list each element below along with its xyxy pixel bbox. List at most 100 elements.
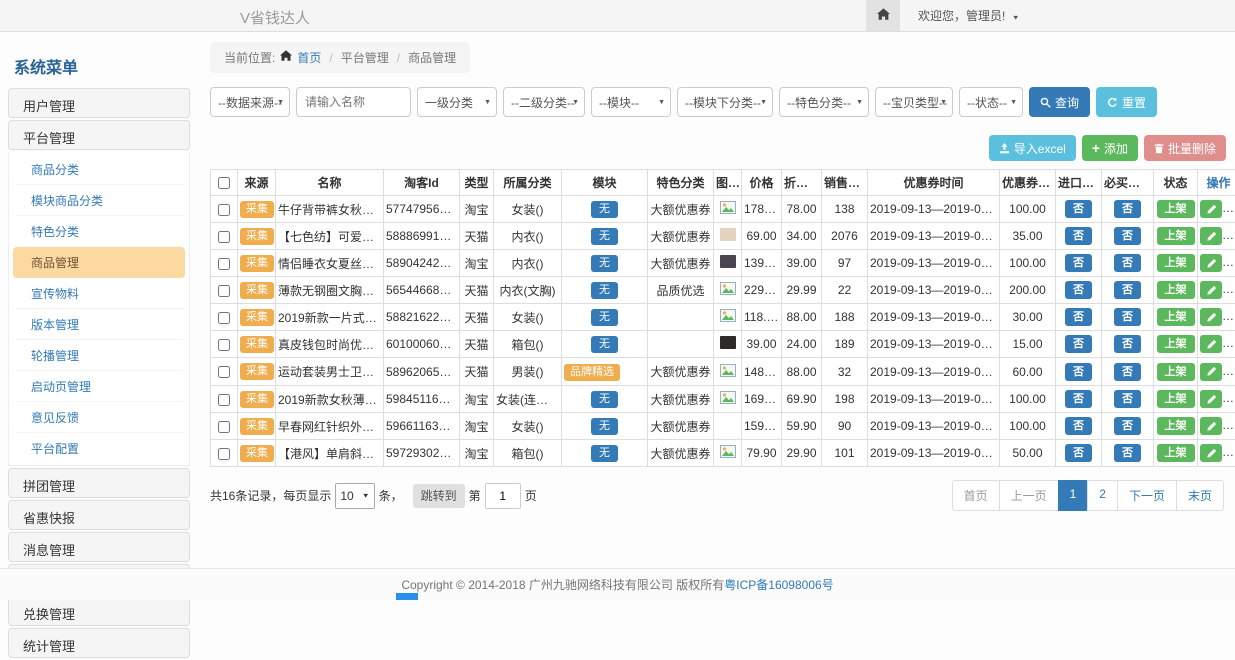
batch-delete-button[interactable]: 批量删除 (1144, 135, 1226, 161)
edit-button[interactable] (1200, 335, 1222, 353)
sidebar-item-意见反馈[interactable]: 意见反馈 (13, 402, 185, 433)
pager-button-1[interactable]: 1 (1058, 480, 1089, 511)
pager-button-下一页[interactable]: 下一页 (1117, 480, 1177, 511)
breadcrumb-home-link[interactable]: 首页 (297, 49, 321, 66)
must-buy-toggle[interactable]: 否 (1114, 390, 1141, 408)
must-buy-toggle[interactable]: 否 (1114, 200, 1141, 218)
edit-button[interactable] (1200, 444, 1222, 462)
status-toggle[interactable]: 上架 (1157, 390, 1195, 408)
level2-category-select[interactable]: --二级分类--▼ (503, 87, 585, 117)
status-toggle[interactable]: 上架 (1157, 335, 1195, 353)
source-badge: 采集 (240, 201, 274, 218)
status-toggle[interactable]: 上架 (1157, 444, 1195, 462)
row-checkbox[interactable] (218, 421, 230, 433)
edit-button[interactable] (1200, 227, 1222, 245)
sidebar-group-省惠快报[interactable]: 省惠快报 (8, 500, 190, 530)
sidebar-group-拼团管理[interactable]: 拼团管理 (8, 468, 190, 498)
row-checkbox[interactable] (218, 231, 230, 243)
status-toggle[interactable]: 上架 (1157, 363, 1195, 381)
sidebar-item-特色分类[interactable]: 特色分类 (13, 216, 185, 247)
must-buy-toggle[interactable]: 否 (1114, 417, 1141, 435)
edit-button[interactable] (1200, 390, 1222, 408)
status-toggle[interactable]: 上架 (1157, 308, 1195, 326)
import-select-toggle[interactable]: 否 (1065, 417, 1092, 435)
row-checkbox[interactable] (218, 258, 230, 270)
main-content: 当前位置: 首页 / 平台管理 / 商品管理 --数据来源--▼一级分类▼--二… (210, 42, 1226, 511)
import-select-toggle[interactable]: 否 (1065, 254, 1092, 272)
icon-cell (714, 331, 742, 358)
sidebar-item-版本管理[interactable]: 版本管理 (13, 309, 185, 340)
must-buy-toggle[interactable]: 否 (1114, 363, 1141, 381)
status-toggle[interactable]: 上架 (1157, 227, 1195, 245)
sidebar-group-统计管理[interactable]: 统计管理 (8, 628, 190, 658)
home-button[interactable] (866, 0, 900, 31)
module-select[interactable]: --模块--▼ (591, 87, 671, 117)
select-all-checkbox[interactable] (218, 177, 230, 189)
item-type-select[interactable]: --宝贝类型--▼ (875, 87, 953, 117)
pager-button-上一页[interactable]: 上一页 (999, 480, 1059, 511)
sidebar-item-平台配置[interactable]: 平台配置 (13, 433, 185, 463)
pager-button-首页[interactable]: 首页 (952, 480, 1000, 511)
pager-button-末页[interactable]: 末页 (1176, 480, 1224, 511)
status-toggle[interactable]: 上架 (1157, 200, 1195, 218)
status-toggle[interactable]: 上架 (1157, 254, 1195, 272)
sidebar-group-兑换管理[interactable]: 兑换管理 (8, 596, 190, 626)
edit-button[interactable] (1200, 363, 1222, 381)
edit-button[interactable] (1200, 200, 1222, 218)
status-select[interactable]: --状态--▼ (959, 87, 1023, 117)
import-select-toggle[interactable]: 否 (1065, 390, 1092, 408)
jump-button[interactable]: 跳转到 (413, 484, 465, 508)
row-checkbox[interactable] (218, 394, 230, 406)
sidebar-group-消息管理[interactable]: 消息管理 (8, 532, 190, 562)
coupon-time: 2019-09-13—2019-09-19 (868, 304, 1000, 331)
page-number-input[interactable] (485, 483, 521, 509)
edit-button[interactable] (1200, 281, 1222, 299)
pager-button-2[interactable]: 2 (1087, 480, 1118, 511)
edit-button[interactable] (1200, 254, 1222, 272)
edit-button[interactable] (1200, 308, 1222, 326)
feature-category-select[interactable]: --特色分类--▼ (779, 87, 869, 117)
sidebar-item-轮播管理[interactable]: 轮播管理 (13, 340, 185, 371)
reset-button[interactable]: 重置 (1096, 87, 1157, 117)
import-select-toggle[interactable]: 否 (1065, 200, 1092, 218)
search-button[interactable]: 查询 (1029, 87, 1090, 117)
row-checkbox[interactable] (218, 366, 230, 378)
icp-link[interactable]: 粤ICP备16098006号 (724, 576, 833, 593)
import-select-toggle[interactable]: 否 (1065, 308, 1092, 326)
sidebar-item-宣传物料[interactable]: 宣传物料 (13, 278, 185, 309)
sidebar-item-商品管理[interactable]: 商品管理 (13, 247, 185, 278)
import-select-toggle[interactable]: 否 (1065, 281, 1092, 299)
row-checkbox[interactable] (218, 204, 230, 216)
must-buy-toggle[interactable]: 否 (1114, 335, 1141, 353)
row-checkbox[interactable] (218, 312, 230, 324)
sidebar-group-用户管理[interactable]: 用户管理 (8, 88, 190, 118)
status-toggle[interactable]: 上架 (1157, 417, 1195, 435)
must-buy-toggle[interactable]: 否 (1114, 227, 1141, 245)
sidebar-item-启动页管理[interactable]: 启动页管理 (13, 371, 185, 402)
must-buy-toggle[interactable]: 否 (1114, 444, 1141, 462)
must-buy-toggle[interactable]: 否 (1114, 254, 1141, 272)
user-menu[interactable]: 欢迎您，管理员! ▼ (918, 7, 1020, 24)
home-icon (877, 8, 890, 23)
status-toggle[interactable]: 上架 (1157, 281, 1195, 299)
must-buy-toggle[interactable]: 否 (1114, 281, 1141, 299)
sidebar-item-模块商品分类[interactable]: 模块商品分类 (13, 185, 185, 216)
import-select-toggle[interactable]: 否 (1065, 363, 1092, 381)
name-search-input[interactable] (296, 87, 411, 117)
module-sub-category-select[interactable]: --模块下分类--▼ (677, 87, 773, 117)
row-checkbox[interactable] (218, 339, 230, 351)
row-checkbox[interactable] (218, 285, 230, 297)
per-page-select[interactable]: 10 ▼ (335, 483, 374, 509)
edit-button[interactable] (1200, 417, 1222, 435)
add-button[interactable]: + 添加 (1082, 135, 1138, 161)
sidebar-group-平台管理[interactable]: 平台管理 (8, 120, 190, 150)
import-excel-button[interactable]: 导入excel (989, 135, 1076, 161)
import-select-toggle[interactable]: 否 (1065, 444, 1092, 462)
data-source-select[interactable]: --数据来源--▼ (210, 87, 290, 117)
sidebar-item-商品分类[interactable]: 商品分类 (13, 154, 185, 185)
must-buy-toggle[interactable]: 否 (1114, 308, 1141, 326)
level1-category-select[interactable]: 一级分类▼ (417, 87, 497, 117)
import-select-toggle[interactable]: 否 (1065, 335, 1092, 353)
row-checkbox[interactable] (218, 448, 230, 460)
import-select-toggle[interactable]: 否 (1065, 227, 1092, 245)
